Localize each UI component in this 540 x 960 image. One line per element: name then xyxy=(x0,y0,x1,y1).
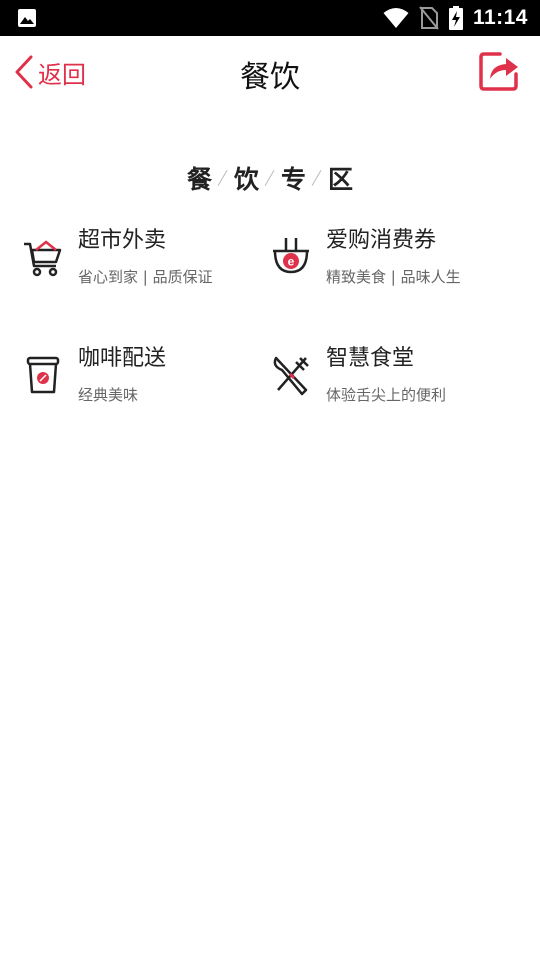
section-title-char: 区 xyxy=(328,165,354,194)
service-desc: 经典美味 xyxy=(78,386,139,404)
bowl-e-icon: e xyxy=(273,238,309,274)
battery-charging-icon xyxy=(448,6,463,30)
divider-slash xyxy=(263,166,277,190)
divider-slash xyxy=(216,166,230,190)
service-desc: 体验舌尖上的便利 xyxy=(326,386,447,404)
section-title-char: 餐 xyxy=(186,165,212,194)
wifi-icon xyxy=(383,8,409,28)
status-time: 11:14 xyxy=(472,6,528,29)
shopping-cart-icon xyxy=(24,240,62,277)
service-item-consumer-coupon[interactable]: e 爱购消费券 精致美食 | 品味人生 xyxy=(248,216,498,306)
nav-bar: 返回 餐饮 xyxy=(0,36,540,108)
service-name: 超市外卖 xyxy=(78,228,167,253)
knife-fork-icon xyxy=(273,356,309,396)
share-icon[interactable] xyxy=(478,50,520,92)
service-item-smart-canteen[interactable]: 智慧食堂 体验舌尖上的便利 xyxy=(248,334,498,424)
section-title: 餐 饮 专 区 xyxy=(0,160,540,196)
no-sim-icon xyxy=(419,6,439,30)
image-icon xyxy=(18,9,36,27)
service-item-supermarket-delivery[interactable]: 超市外卖 省心到家 | 品质保证 xyxy=(0,216,250,306)
section-title-char: 饮 xyxy=(233,165,259,194)
section-title-char: 专 xyxy=(281,165,307,194)
service-name: 智慧食堂 xyxy=(326,346,415,371)
service-item-coffee-delivery[interactable]: 咖啡配送 经典美味 xyxy=(0,334,250,424)
service-desc: 精致美食 | 品味人生 xyxy=(326,268,461,286)
svg-text:e: e xyxy=(288,255,295,269)
status-bar: 11:14 xyxy=(0,0,540,36)
service-name: 爱购消费券 xyxy=(326,228,437,253)
service-name: 咖啡配送 xyxy=(78,346,167,371)
coffee-cup-icon xyxy=(26,356,60,394)
divider-slash xyxy=(310,166,324,190)
service-desc: 省心到家 | 品质保证 xyxy=(78,268,213,286)
page-title: 餐饮 xyxy=(240,60,300,95)
